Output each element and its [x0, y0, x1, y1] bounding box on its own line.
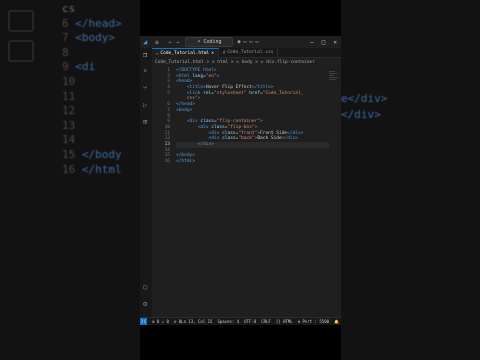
ports-status[interactable]: ⊙ 0: [174, 319, 181, 324]
breadcrumb[interactable]: Code_Tutorial.html > ◇ html > ◇ body > ◇…: [152, 58, 341, 66]
background-code-line: 13: [62, 118, 76, 132]
cursor-position[interactable]: Ln 13, Col 15: [181, 319, 212, 324]
background-code-line: 14: [62, 133, 76, 147]
background-code-line: 6 </head>: [62, 16, 122, 30]
background-code-line: 10: [62, 75, 76, 88]
background-files-icon: [8, 10, 34, 32]
code-area[interactable]: <!DOCTYPE html> <html lang="en"> <head> <t…: [176, 68, 329, 165]
background-code-line: cs: [62, 2, 76, 15]
code-editor[interactable]: 1 2 3 4 5 6 7 8 9 10 11 12 13 14 15 16 <!DOCTYPE html> <…: [152, 66, 341, 317]
background-code-line: 16 </html: [62, 162, 122, 176]
background-code-line: 9 <di: [62, 60, 96, 74]
tab-label: Code_Tutorial.css: [227, 50, 274, 55]
settings-gear-icon[interactable]: ⚙: [143, 301, 150, 308]
run-debug-icon[interactable]: ▷: [143, 102, 150, 109]
search-icon[interactable]: ⌕: [143, 68, 150, 75]
background-code-line: 11: [62, 89, 76, 103]
layout-secondary-icon[interactable]: ▭: [256, 39, 259, 45]
line-number-gutter: 1 2 3 4 5 6 7 8 9 10 11 12 13 14 15 16: [152, 68, 172, 165]
live-server-port[interactable]: ⊕ Port : 5500: [298, 319, 329, 324]
language-mode[interactable]: {} HTML: [276, 319, 293, 324]
vscode-window: ◢ ≡ ← → ⌕ Coding ◉ ▭ ▭ ▭ – □ ✕ ❐ ⌕ ⑂ ▷ ⊞…: [140, 0, 341, 360]
minimize-icon[interactable]: –: [310, 39, 314, 46]
background-code-line: 12: [62, 104, 76, 118]
source-control-icon[interactable]: ⑂: [143, 85, 150, 92]
html-file-icon: ◇: [156, 51, 159, 56]
code-line[interactable]: </html>: [176, 159, 329, 165]
indentation[interactable]: Spaces: 4: [217, 319, 239, 324]
menu-icon[interactable]: ≡: [155, 39, 159, 46]
command-center-label: Coding: [203, 39, 222, 45]
background-code-line: 7 <body>: [62, 31, 115, 45]
background-code-line: </div>: [341, 108, 381, 121]
close-icon[interactable]: ✕: [333, 39, 337, 46]
layout-sidebar-icon[interactable]: ▭: [243, 39, 246, 45]
tab-label: Code_Tutorial.html: [160, 51, 210, 56]
tab-close-icon[interactable]: ✕: [211, 51, 214, 56]
nav-arrows-icon[interactable]: ← →: [169, 39, 180, 46]
background-code-line: 15 </body: [62, 148, 122, 161]
editor-tabs: ◇ Code_Tutorial.html ✕ # Code_Tutorial.c…: [152, 48, 341, 58]
minimap[interactable]: [329, 70, 339, 90]
encoding[interactable]: UTF-8: [244, 319, 256, 324]
account-icon[interactable]: ◯: [143, 284, 150, 291]
status-bar: ⟩⟨ ⊗ 0 ⚠ 0 ⊙ 0 Ln 13, Col 15 Spaces: 4 U…: [140, 317, 341, 325]
tab-html[interactable]: ◇ Code_Tutorial.html ✕: [152, 48, 219, 58]
line-number: 16: [164, 159, 170, 164]
breadcrumb-text: Code_Tutorial.html > ◇ html > ◇ body > ◇…: [155, 59, 315, 65]
background-search-icon: [8, 40, 34, 62]
background-code-line: 8: [62, 45, 69, 59]
maximize-icon[interactable]: □: [322, 39, 326, 46]
command-center-search[interactable]: ⌕ Coding: [185, 37, 234, 47]
problems-status[interactable]: ⊗ 0 ⚠ 0: [152, 319, 169, 324]
extensions-icon[interactable]: ⊞: [143, 119, 150, 126]
css-file-icon: #: [222, 50, 226, 55]
title-bar: ◢ ≡ ← → ⌕ Coding ◉ ▭ ▭ ▭ – □ ✕: [140, 36, 341, 48]
explorer-icon[interactable]: ❐: [143, 52, 150, 59]
layout-panel-icon[interactable]: ▭: [250, 39, 253, 45]
notifications-icon[interactable]: 🔔: [334, 319, 339, 324]
remote-icon[interactable]: ⟩⟨: [140, 318, 148, 325]
tab-css[interactable]: # Code_Tutorial.css: [219, 48, 279, 57]
vscode-icon: ◢: [143, 38, 148, 46]
copilot-icon[interactable]: ◉: [237, 39, 240, 45]
end-of-line[interactable]: CRLF: [261, 319, 271, 324]
background-code-line: e</div>: [341, 92, 388, 105]
background-editor-right: e</div> </div>: [341, 0, 480, 360]
background-editor-left: cs 6 </head> 7 <body> 8 9 <di 10 11 12 13…: [0, 0, 140, 360]
